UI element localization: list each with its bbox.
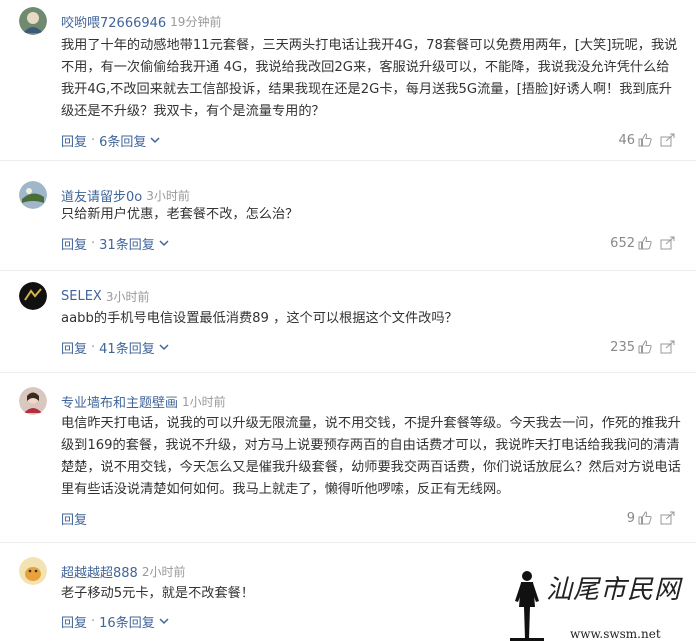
like-count: 46 [618,132,635,148]
view-replies-button[interactable]: 31条回复 [99,234,169,253]
timestamp: 3小时前 [146,188,190,203]
separator-dot: · [91,339,96,355]
comment-text: 只给新用户优惠，老套餐不改，怎么治？ [61,207,299,222]
avatar[interactable] [19,282,47,310]
chevron-down-icon [159,344,169,351]
replies-count: 41条回复 [99,341,155,357]
avatar[interactable] [19,7,47,35]
reply-button[interactable]: 回复 [61,612,87,631]
view-replies-button[interactable]: 6条回复 [99,131,160,150]
thumbs-up-icon[interactable] [638,511,652,525]
share-icon[interactable] [660,236,676,250]
avatar[interactable] [19,181,47,209]
username[interactable]: SELEX [61,289,102,304]
separator-dot: · [91,132,96,148]
watermark-url: www.swsm.net [570,627,661,641]
like-count: 235 [610,339,635,355]
share-icon[interactable] [660,340,676,354]
username[interactable]: 超越越超888 [61,562,138,581]
timestamp: 2小时前 [141,564,186,579]
separator-dot: · [91,235,96,251]
avatar[interactable] [19,387,47,415]
comment-text: 电信昨天打电话，说我的可以升级无限流量，说不用交钱，不提升套餐等级。今天我去一问… [61,416,681,497]
chevron-down-icon [159,618,169,625]
thumbs-up-icon[interactable] [638,236,652,250]
reply-button[interactable]: 回复 [61,234,87,253]
like-area: 652 [610,236,676,251]
site-watermark: 汕尾市民网 www.swsm.net [508,569,696,641]
reply-button[interactable]: 回复 [61,338,87,357]
comment-text: aabb的手机号电信设置最低消费89 ，这个可以根据这个文件改吗？ [61,311,458,326]
silhouette-figure-icon [510,571,544,641]
view-replies-button[interactable]: 41条回复 [99,338,169,357]
share-icon[interactable] [660,133,676,147]
username[interactable]: 专业墙布和主题壁画 [61,392,178,411]
timestamp: 19分钟前 [170,14,222,29]
like-area: 9 [627,511,676,526]
timestamp: 1小时前 [182,394,226,409]
comment-item: 专业墙布和主题壁画 1小时前 电信昨天打电话，说我的可以升级无限流量，说不用交钱… [0,380,696,543]
view-replies-button[interactable]: 16条回复 [99,612,169,631]
like-area: 235 [610,340,676,355]
chevron-down-icon [150,137,160,144]
timestamp: 3小时前 [105,289,150,304]
username[interactable]: 道友请留步0o [61,186,142,205]
replies-count: 31条回复 [99,237,155,253]
reply-button[interactable]: 回复 [61,131,87,150]
avatar[interactable] [19,557,47,585]
like-count: 652 [610,235,635,251]
replies-count: 6条回复 [99,134,147,150]
comment-text: 我用了十年的动感地带11元套餐，三天两头打电话让我开4G，78套餐可以免费用两年… [61,38,678,119]
replies-count: 16条回复 [99,615,155,631]
like-count: 9 [626,510,635,526]
comment-item: 咬哟喂72666946 19分钟前 我用了十年的动感地带11元套餐，三天两头打电… [0,0,696,161]
username[interactable]: 咬哟喂72666946 [61,12,166,31]
comment-item: SELEX 3小时前 aabb的手机号电信设置最低消费89 ，这个可以根据这个文… [0,275,696,373]
watermark-title: 汕尾市民网 [546,575,682,605]
thumbs-up-icon[interactable] [638,340,652,354]
reply-button[interactable]: 回复 [61,509,87,528]
comment-item: 道友请留步0o 3小时前 只给新用户优惠，老套餐不改，怎么治？ 回复 · 31条… [0,170,696,271]
share-icon[interactable] [660,511,676,525]
like-area: 46 [618,133,676,148]
chevron-down-icon [159,240,169,247]
thumbs-up-icon[interactable] [638,133,652,147]
separator-dot: · [91,613,96,629]
